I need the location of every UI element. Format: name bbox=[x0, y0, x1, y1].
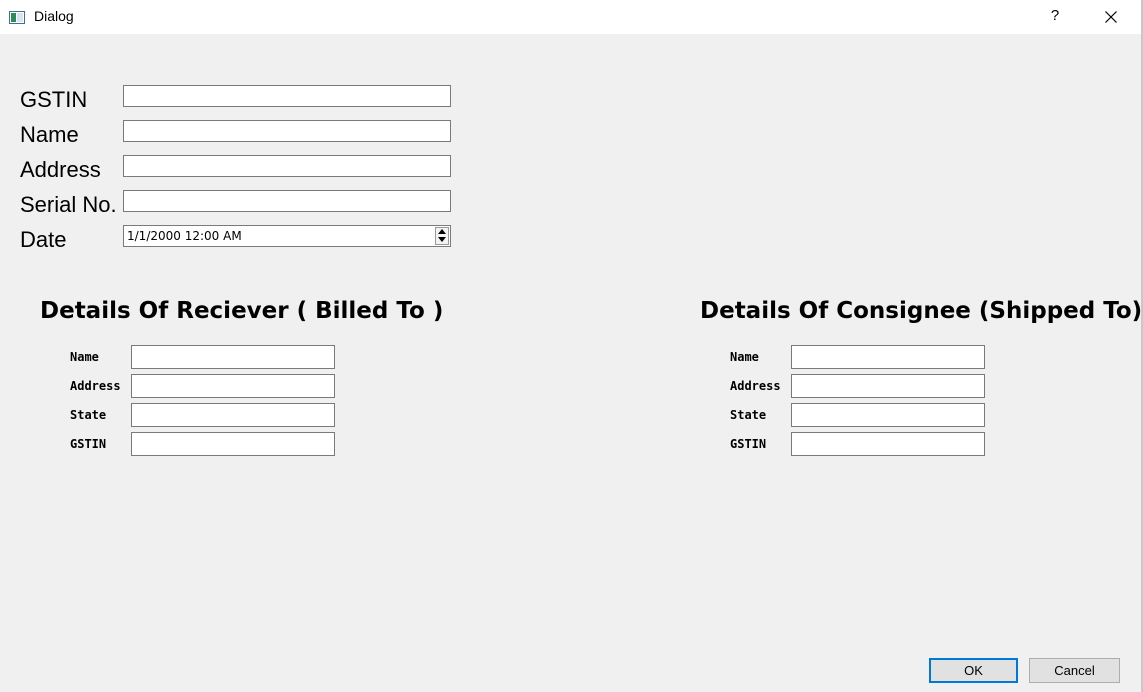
receiver-address-input[interactable] bbox=[131, 374, 335, 398]
receiver-heading: Details Of Reciever ( Billed To ) bbox=[40, 298, 444, 324]
address-label: Address bbox=[20, 157, 101, 182]
date-spinner bbox=[435, 227, 449, 245]
gstin-label: GSTIN bbox=[20, 87, 88, 112]
title-bar: Dialog ? bbox=[0, 0, 1143, 34]
consignee-name-label: Name bbox=[730, 350, 759, 364]
spin-down-button[interactable] bbox=[436, 236, 448, 244]
consignee-address-input[interactable] bbox=[791, 374, 985, 398]
serial-no-input[interactable] bbox=[123, 190, 451, 212]
address-input[interactable] bbox=[123, 155, 451, 177]
receiver-name-input[interactable] bbox=[131, 345, 335, 369]
ok-button[interactable]: OK bbox=[929, 658, 1018, 683]
receiver-state-input[interactable] bbox=[131, 403, 335, 427]
consignee-state-input[interactable] bbox=[791, 403, 985, 427]
receiver-name-label: Name bbox=[70, 350, 99, 364]
receiver-gstin-input[interactable] bbox=[131, 432, 335, 456]
consignee-heading: Details Of Consignee (Shipped To) bbox=[700, 298, 1143, 324]
spin-up-button[interactable] bbox=[436, 228, 448, 236]
consignee-address-label: Address bbox=[730, 379, 781, 393]
window-title: Dialog bbox=[34, 8, 74, 24]
receiver-state-label: State bbox=[70, 408, 107, 422]
serial-no-label: Serial No. bbox=[20, 192, 117, 217]
date-label: Date bbox=[20, 227, 67, 252]
consignee-state-label: State bbox=[730, 408, 767, 422]
dialog-app-icon bbox=[9, 9, 25, 24]
consignee-gstin-label: GSTIN bbox=[730, 437, 767, 451]
consignee-gstin-input[interactable] bbox=[791, 432, 985, 456]
date-time-edit[interactable]: 1/1/2000 12:00 AM bbox=[123, 225, 451, 247]
arrow-down-icon bbox=[438, 237, 446, 242]
close-button[interactable] bbox=[1096, 0, 1128, 34]
cancel-button[interactable]: Cancel bbox=[1029, 658, 1120, 683]
receiver-address-label: Address bbox=[70, 379, 121, 393]
help-button[interactable]: ? bbox=[1040, 0, 1070, 34]
arrow-up-icon bbox=[438, 229, 446, 234]
close-icon bbox=[1105, 11, 1117, 23]
gstin-input[interactable] bbox=[123, 85, 451, 107]
consignee-name-input[interactable] bbox=[791, 345, 985, 369]
name-label: Name bbox=[20, 122, 79, 147]
receiver-gstin-label: GSTIN bbox=[70, 437, 107, 451]
name-input[interactable] bbox=[123, 120, 451, 142]
date-value: 1/1/2000 12:00 AM bbox=[127, 229, 242, 243]
